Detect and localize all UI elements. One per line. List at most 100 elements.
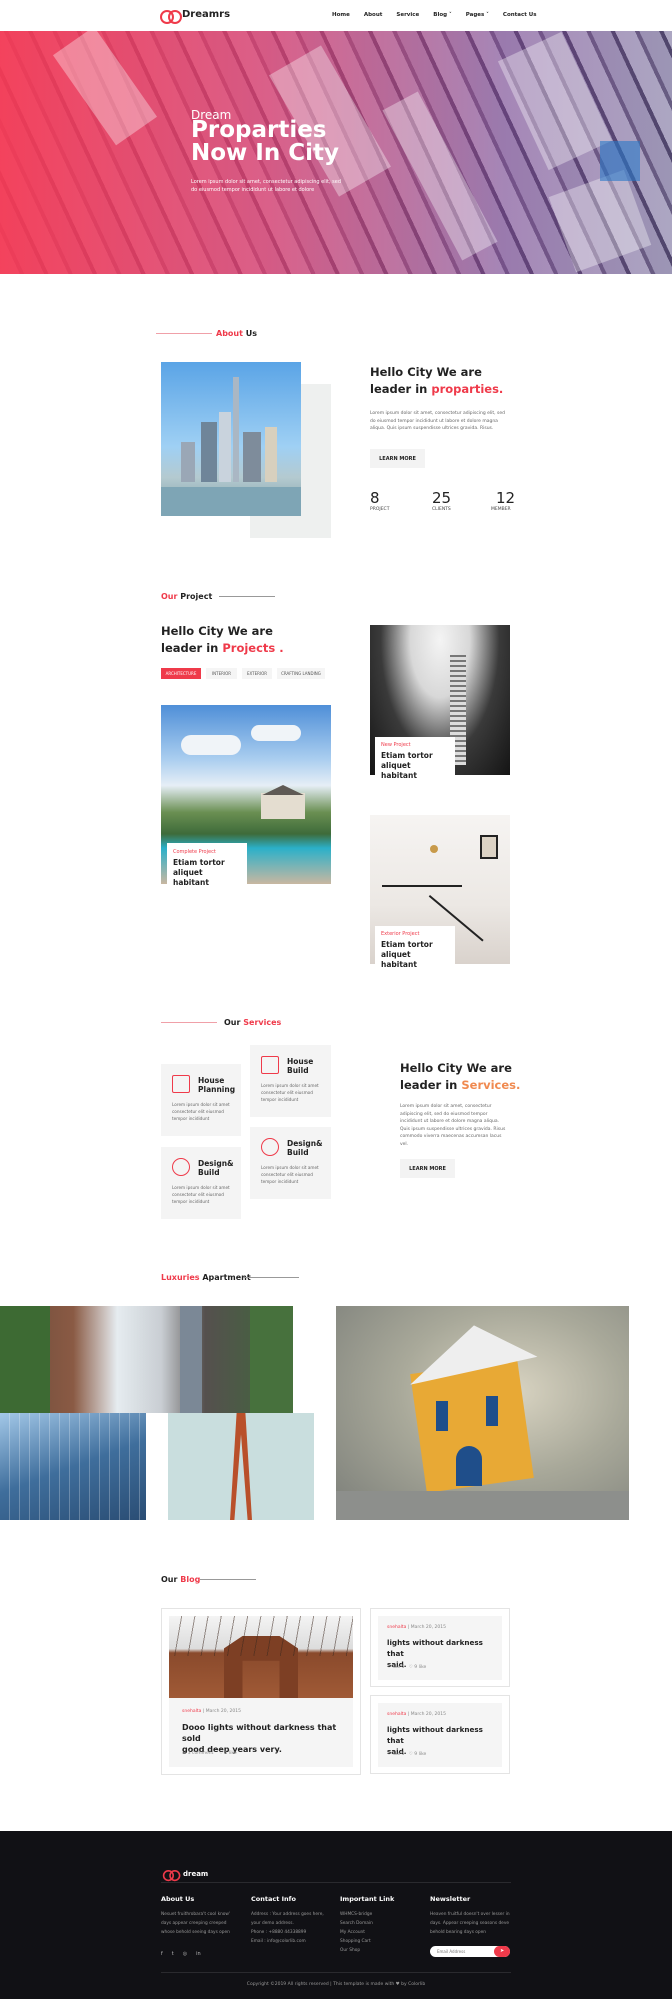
footer [0, 1831, 672, 1999]
newsletter-submit-button[interactable]: ➤ [494, 1946, 510, 1957]
apartment-street-image [0, 1306, 293, 1413]
hero-building-shape [497, 31, 613, 171]
footer-newsletter-text: Heaven fruitful doesn't over lesser in d… [430, 1912, 510, 1935]
footer-link[interactable]: Search Domain [340, 1919, 410, 1928]
infinity-logo-icon [160, 9, 182, 24]
project-card-title: Etiam tortor aliquet habitant [173, 858, 225, 887]
apartment-glass-building-image [0, 1413, 146, 1520]
services-learn-more-button[interactable]: LEARN MORE [400, 1159, 455, 1178]
checklist-icon [261, 1056, 279, 1074]
hero-building-shape [382, 91, 498, 261]
hero-title-line2: Now In City [191, 140, 339, 166]
project-card-title: Etiam tortor aliquet habitant [381, 751, 433, 780]
stat-project-label: PROJECT [370, 507, 390, 512]
linkedin-icon[interactable]: in [196, 1951, 201, 1957]
footer-about-text: Nesuet fruithrobara't cool know' days ap… [161, 1912, 231, 1935]
service-card-house-planning[interactable]: House Planning Lorem ipsum dolor sit amet… [161, 1064, 241, 1136]
hero-building-shape [548, 169, 652, 273]
footer-copyright: Copyright ©2019 All rights reserved | Th… [246, 1982, 426, 1987]
service-card-design-build-2[interactable]: Design& Build Lorem ipsum dolor sit amet … [250, 1127, 331, 1199]
about-heading: Hello City We are leader in proparties. [370, 365, 504, 396]
blog-main-stats: ▭ 3 comment ♡ 5 like [182, 1751, 237, 1756]
footer-link[interactable]: My Account [340, 1928, 410, 1937]
infinity-logo-icon [162, 1870, 181, 1882]
project-card-tag: Complete Project [173, 849, 216, 855]
footer-contact-title: Contact Info [251, 1895, 296, 1903]
blog-main-meta: snehalta | March 20, 2015 [182, 1709, 241, 1714]
about-section-title: About Us [216, 329, 257, 338]
heart-icon: ♡ [387, 1665, 392, 1670]
tab-interior[interactable]: INTERIOR [206, 668, 237, 679]
footer-link[interactable]: Our Shop [340, 1946, 410, 1955]
stat-member-value: 12 [496, 489, 516, 507]
services-section-title: Our Services [224, 1018, 282, 1027]
about-text: Lorem ipsum dolor sit amet, consectetur … [370, 411, 505, 431]
apartment-section-title: Luxuries Apartment [161, 1273, 251, 1282]
blog-bridge-image [169, 1616, 353, 1698]
section-divider [219, 596, 275, 597]
project-card[interactable]: Exterior Project Etiam tortor aliquet hab… [375, 926, 455, 969]
project-card[interactable]: New Project Etiam tortor aliquet habitant [375, 737, 455, 780]
blueprint-icon [172, 1075, 190, 1093]
stat-project-value: 8 [370, 489, 380, 507]
footer-newsletter-title: Newsletter [430, 1895, 471, 1903]
tab-architecture[interactable]: ARCHITECTURE [161, 668, 201, 679]
footer-divider [161, 1882, 511, 1883]
section-divider [200, 1579, 256, 1580]
facebook-icon[interactable]: f [161, 1951, 163, 1957]
twitter-icon[interactable]: t [172, 1951, 174, 1957]
tab-crafting-landing[interactable]: CRAFTING LANDING [277, 668, 325, 679]
section-divider [156, 333, 212, 334]
main-menu: Home About Service Blog ˅ Pages ˅ Contac… [332, 12, 537, 18]
send-icon: ➤ [500, 1948, 505, 1954]
top-navbar: Dreamrs Home About Service Blog ˅ Pages … [0, 0, 672, 31]
footer-about-title: About Us [161, 1895, 195, 1903]
hero-title: Proparties Now In City [191, 119, 339, 165]
section-divider [243, 1277, 299, 1278]
apartment-red-arch-image [168, 1413, 314, 1520]
heart-icon: ♡ [387, 1752, 392, 1757]
service-card-design-build[interactable]: Design& Build Lorem ipsum dolor sit amet … [161, 1147, 241, 1219]
project-heading: Hello City We are leader in Projects . [161, 624, 284, 655]
blog-section-title: Our Blog [161, 1575, 201, 1584]
services-heading: Hello City We are leader in Services. [400, 1061, 521, 1092]
stat-clients-value: 25 [432, 489, 452, 507]
apartment-tilted-house-image [336, 1306, 629, 1520]
footer-logo[interactable]: dream [161, 1869, 208, 1882]
stat-clients-label: CLIENTS [432, 507, 451, 512]
menu-item-contact[interactable]: Contact Us [503, 12, 537, 18]
blog-main-card[interactable]: snehalta | March 20, 2015 Dooo lights wi… [161, 1608, 361, 1775]
project-card-tag: Exterior Project [381, 931, 420, 937]
about-city-image [161, 362, 301, 516]
hero-building-shape [52, 31, 158, 146]
heart-icon: ♡ [408, 1752, 413, 1757]
comment-icon: ▭ [182, 1751, 187, 1756]
footer-link[interactable]: WHMCS-bridge [340, 1910, 410, 1919]
menu-item-pages[interactable]: Pages ˅ [466, 12, 489, 18]
menu-item-home[interactable]: Home [332, 12, 350, 18]
dribbble-icon[interactable]: ◎ [183, 1951, 187, 1957]
footer-link[interactable]: Shopping Cart [340, 1937, 410, 1946]
tools-icon [261, 1138, 279, 1156]
brand-name: Dreamrs [182, 9, 231, 20]
blog-side-card[interactable]: snehalta | March 20, 2015 lights without… [370, 1608, 510, 1687]
hero-text: Lorem ipsum dolor sit amet, consectetur … [191, 179, 341, 193]
footer-divider [161, 1972, 511, 1973]
footer-contact-info: Address : Your address goes here, your d… [251, 1912, 324, 1944]
footer-links-list: WHMCS-bridge Search Domain My Account Sh… [340, 1910, 410, 1955]
about-learn-more-button[interactable]: LEARN MORE [370, 449, 425, 468]
project-card-tag: New Project [381, 742, 411, 748]
heart-icon: ♡ [219, 1751, 224, 1756]
tab-exterior[interactable]: EXTERIOR [242, 668, 272, 679]
project-section-title: Our Project [161, 592, 213, 601]
project-card[interactable]: Complete Project Etiam tortor aliquet hab… [167, 843, 247, 887]
menu-item-about[interactable]: About [364, 12, 383, 18]
heart-icon: ♡ [408, 1665, 413, 1670]
menu-item-blog[interactable]: Blog ˅ [433, 12, 451, 18]
blog-side-card[interactable]: snehalta | March 20, 2015 lights without… [370, 1695, 510, 1774]
social-links: f t ◎ in [161, 1951, 201, 1957]
menu-item-service[interactable]: Service [396, 12, 419, 18]
brand-logo[interactable]: Dreamrs [160, 9, 231, 24]
service-card-house-build[interactable]: House Build Lorem ipsum dolor sit amet co… [250, 1045, 331, 1117]
project-card-title: Etiam tortor aliquet habitant [381, 940, 433, 969]
